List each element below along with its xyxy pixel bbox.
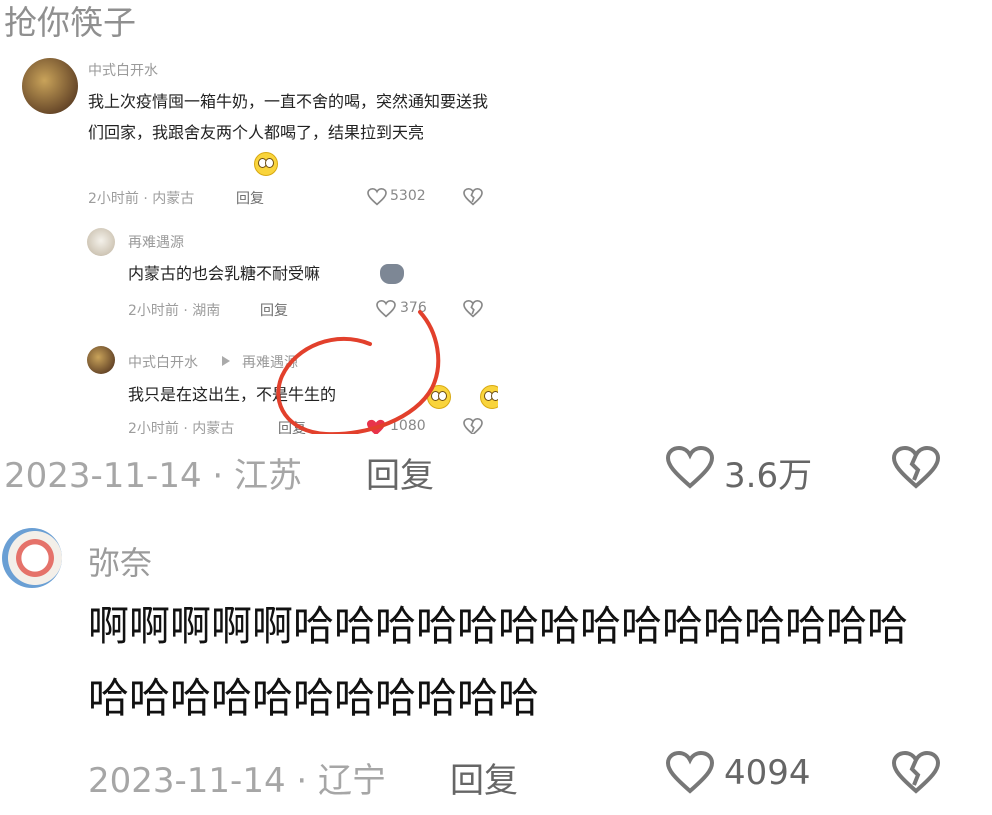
comment-date-location: 2023-11-14 · 江苏: [4, 456, 303, 496]
broken-heart-icon[interactable]: [463, 418, 483, 434]
heart-outline-icon[interactable]: [367, 188, 387, 206]
username[interactable]: 再难遇源: [128, 232, 184, 252]
broken-heart-icon[interactable]: [892, 751, 940, 795]
red-annotation-circle: [276, 310, 441, 434]
previous-comment-fragment: 抢你筷子: [4, 3, 136, 42]
broken-heart-icon[interactable]: [463, 188, 483, 206]
comment-text: 内蒙古的也会乳糖不耐受嘛: [128, 264, 321, 283]
comment-date-location: 2023-11-14 · 辽宁: [88, 761, 387, 801]
comment-text: 啊啊啊啊啊哈哈哈哈哈哈哈哈哈哈哈哈哈哈哈哈哈哈哈哈哈哈哈哈哈哈: [88, 602, 908, 722]
user-avatar[interactable]: [2, 528, 62, 588]
comment-meta: 2小时前 · 湖南: [128, 303, 221, 319]
like-count: 4094: [724, 753, 811, 793]
comment-text: 我上次疫情囤一箱牛奶，一直不舍的喝，突然通知要送我们回家，我跟舍友两个人都喝了，…: [88, 92, 489, 142]
like-count: 3.6万: [724, 456, 813, 496]
username[interactable]: 弥奈: [88, 538, 152, 584]
username[interactable]: 中式白开水: [88, 60, 158, 80]
comment-meta: 2小时前 · 内蒙古: [128, 421, 235, 434]
broken-heart-icon[interactable]: [463, 300, 483, 318]
reply-button[interactable]: 回复: [236, 188, 264, 208]
reply-button[interactable]: 回复: [450, 753, 518, 802]
user-avatar[interactable]: [87, 228, 115, 256]
heart-outline-icon[interactable]: [666, 446, 714, 490]
username[interactable]: 中式白开水: [128, 352, 198, 372]
like-count: 5302: [390, 188, 426, 204]
user-avatar[interactable]: [87, 346, 115, 374]
smile-emoji-icon: [480, 385, 498, 409]
play-triangle-icon: [222, 356, 230, 366]
heart-outline-icon[interactable]: [666, 751, 714, 795]
smile-emoji-icon: [254, 152, 278, 176]
comment-meta: 2小时前 · 内蒙古: [88, 191, 195, 207]
reply-button[interactable]: 回复: [366, 448, 434, 497]
cat-emoji-icon: [380, 264, 404, 284]
embedded-screenshot: 中式白开水 我上次疫情囤一箱牛奶，一直不舍的喝，突然通知要送我们回家，我跟舍友两…: [16, 52, 498, 434]
broken-heart-icon[interactable]: [892, 446, 940, 490]
user-avatar[interactable]: [22, 58, 78, 114]
